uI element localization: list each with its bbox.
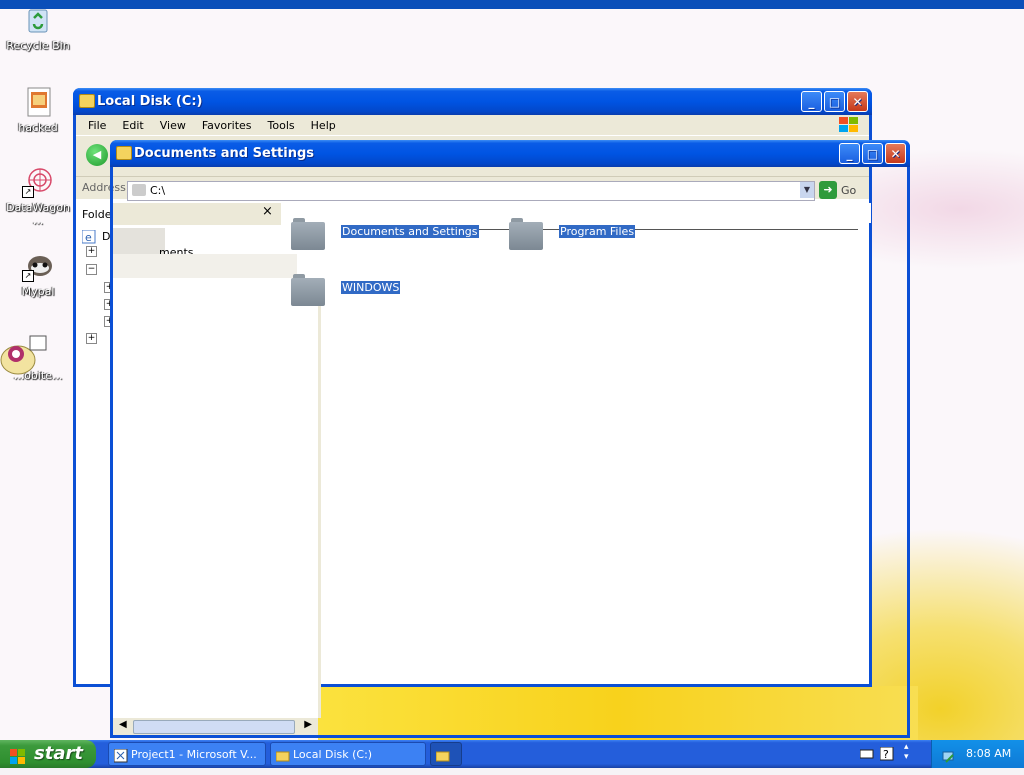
folders-pane-header [113,203,281,225]
system-tray: 8:08 AM [931,740,1024,768]
image-file-icon [22,86,54,118]
network-icon[interactable] [942,747,956,763]
window-title: Documents and Settings [134,146,315,161]
taskbar: start Project1 - Microsoft V... Local Di… [0,740,1024,768]
taskbar-button-project1[interactable]: Project1 - Microsoft V... [108,742,266,766]
desktop-icon-label: hacked [18,121,58,134]
desktop-icon-hacked[interactable]: hacked [0,86,76,134]
menu-file[interactable]: File [80,119,114,132]
tree-expand-icon[interactable]: + [86,333,97,344]
folder-icon [275,748,290,762]
folder-label: Program Files [559,225,636,238]
close-pane-button[interactable]: × [262,204,273,219]
go-arrow-icon[interactable]: ➜ [819,181,837,199]
folder-icon [116,146,132,160]
maximize-button[interactable]: □ [824,91,845,112]
pet-character-icon [0,334,47,375]
folder-label: Documents and Settings [341,225,479,238]
visual-basic-icon [113,748,128,763]
menu-help[interactable]: Help [303,119,344,132]
folder-icon [291,216,325,250]
shortcut-arrow-icon: ↗ [22,270,34,282]
recycle-bin-icon [22,4,54,36]
task-label: Local Disk (C:) [293,748,373,761]
tree-ghost [113,254,297,278]
minimize-button[interactable]: _ [839,143,860,164]
keyboard-icon[interactable] [859,747,874,761]
desktop-icon-label: Recycle Bin [6,39,70,52]
desktop-icon-datawagon[interactable]: ↗ DataWagon ... [0,166,76,227]
window-title: Local Disk (C:) [97,94,203,109]
mypal-raccoon-icon: ↗ [22,250,54,282]
folder-label: WINDOWS [341,281,401,294]
desktop-top-strip [0,0,1024,9]
close-button[interactable]: ✕ [885,143,906,164]
clock[interactable]: 8:08 AM [966,740,1011,768]
window-documents-and-settings[interactable]: Documents and Settings _ □ ✕ C:\ ▼ ➜ Go … [110,140,910,738]
folder-icon [79,94,95,108]
maximize-button[interactable]: □ [862,143,883,164]
windows-logo-icon [10,746,26,764]
back-button[interactable]: ◀ [86,144,108,166]
scroll-left-icon[interactable]: ◀ [119,719,127,730]
ie-icon: e [81,229,98,246]
desktop-icon-mypal[interactable]: ↗ Mypal [0,250,76,298]
minimize-button[interactable]: _ [801,91,822,112]
tree-ghost [113,228,165,254]
close-button[interactable]: ✕ [847,91,868,112]
folder-icon [509,216,543,250]
chevron-down-icon[interactable]: ▼ [800,182,814,198]
address-input[interactable]: C:\ ▼ [127,181,815,201]
desktop-icon-label: DataWagon ... [6,201,70,227]
svg-text:?: ? [883,748,889,761]
task-label: Project1 - Microsoft V... [131,748,257,761]
language-bar-arrows-icon[interactable]: ▴ ▾ [904,742,918,762]
datawagon-icon: ↗ [22,166,54,198]
horizontal-scrollbar[interactable]: ◀ ▶ [113,718,318,735]
shortcut-arrow-icon: ↗ [22,186,34,198]
address-value: C:\ [150,184,166,197]
scroll-thumb[interactable] [133,720,295,734]
folders-tree-pane[interactable] [113,278,321,718]
desktop-icon-pet[interactable]: ...obite... [0,334,76,382]
start-label: start [34,743,83,764]
help-icon[interactable]: ? [879,746,894,761]
menu-bar: File Edit View Favorites Tools Help [76,115,869,135]
folder-icon [291,272,325,306]
desktop-icon-recycle-bin[interactable]: Recycle Bin [0,4,76,52]
windows-logo-icon [839,117,859,133]
window-titlebar[interactable]: Local Disk (C:) _ □ ✕ [73,88,872,115]
folder-icon [435,748,450,762]
taskbar-button-documents[interactable] [430,742,462,766]
desktop-icon-label: Mypal [21,285,55,298]
tree-expand-icon[interactable]: + [86,246,97,257]
menu-edit[interactable]: Edit [114,119,151,132]
taskbar-button-local-disk[interactable]: Local Disk (C:) [270,742,426,766]
menu-tools[interactable]: Tools [260,119,303,132]
svg-text:e: e [85,231,92,244]
start-button[interactable]: start [0,740,96,768]
go-button[interactable]: Go [841,184,856,197]
content-top-strip [281,203,871,223]
menu-favorites[interactable]: Favorites [194,119,260,132]
tree-collapse-icon[interactable]: − [86,264,97,275]
window-titlebar[interactable]: Documents and Settings _ □ ✕ [110,140,910,167]
drive-icon [132,184,146,196]
scroll-right-icon[interactable]: ▶ [304,719,312,730]
menu-view[interactable]: View [152,119,194,132]
